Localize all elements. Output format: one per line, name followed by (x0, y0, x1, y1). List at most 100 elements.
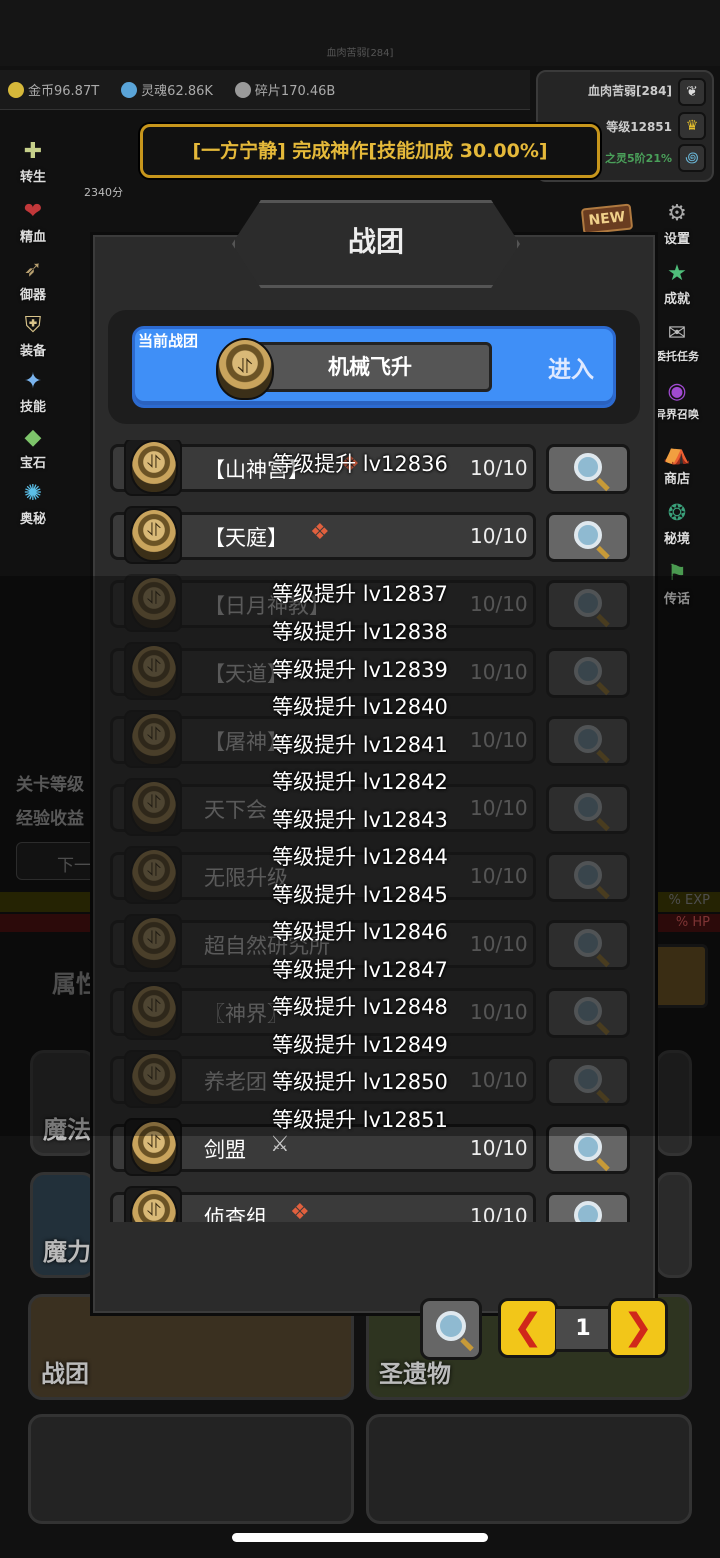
card-mana-label: 魔力 (43, 1238, 91, 1266)
swirl-icon: ꩜ (678, 144, 706, 172)
new-badge: NEW (580, 203, 634, 235)
resource-bar: 金币96.87T 灵魂62.86K 碎片170.46B (0, 70, 530, 110)
levelup-message: 等级提升 lv12850 (272, 1070, 448, 1094)
chevron-right-icon: ❯ (622, 1307, 654, 1348)
card-mana[interactable]: 魔力 (30, 1172, 96, 1278)
crown-icon: ♛ (678, 112, 706, 140)
fragment-icon (234, 81, 251, 98)
levelup-message: 等级提升 lv12843 (272, 808, 448, 832)
soul-value: 灵魂62.86K (141, 84, 213, 99)
crystal-icon: ✦ (23, 369, 43, 394)
side-skill[interactable]: ✦ 技能 (6, 364, 60, 418)
levelup-message: 等级提升 lv12841 (272, 733, 448, 757)
scroll-icon: ✉ (667, 321, 687, 346)
card-empty-2 (366, 1414, 692, 1524)
coin-icon (8, 81, 24, 98)
soul-icon (121, 81, 138, 98)
magnifier-icon (574, 1201, 602, 1222)
legion-emblem-icon (216, 338, 274, 400)
list-item-count: 10/10 (470, 1136, 528, 1160)
page-number: 1 (556, 1306, 610, 1352)
levelup-message: 等级提升 lv12849 (272, 1033, 448, 1057)
side-settings[interactable]: ⚙ 设置 (650, 196, 704, 250)
gear-icon: ⚙ (667, 201, 687, 226)
current-legion-name: 机械飞升 (248, 342, 492, 392)
side-weapon[interactable]: ➶ 御器 (6, 252, 60, 306)
view-legion-button[interactable] (546, 1192, 630, 1222)
levelup-message: 等级提升 lv12846 (272, 920, 448, 944)
side-realm[interactable]: ❂ 秘境 (650, 496, 704, 550)
armor-icon: ⛨ (24, 313, 42, 338)
player-sub: 之灵5阶21% (605, 152, 672, 165)
side-rebirth[interactable]: ✚ 转生 (6, 134, 60, 188)
achievement-banner: [一方宁静] 完成神作[技能加成 30.00%] (140, 124, 600, 178)
levelup-message: 等级提升 lv12847 (272, 958, 448, 982)
list-item-count: 10/10 (470, 524, 528, 548)
levelup-message: 等级提升 lv12848 (272, 995, 448, 1019)
rank-badge-icon: ❖ (290, 1200, 310, 1222)
swirl-icon: ✺ (23, 481, 43, 506)
current-legion-label: 当前战团 (138, 332, 199, 350)
side-essence-label: 精血 (19, 230, 46, 245)
list-item-count: 10/10 (470, 1204, 528, 1222)
resource-fragment: 碎片170.46B (234, 80, 336, 99)
chevron-left-icon: ❮ (512, 1307, 544, 1348)
levelup-message: 等级提升 lv12837 (272, 582, 448, 606)
portal-icon: ◉ (667, 379, 687, 404)
card-right-2[interactable] (656, 1172, 692, 1278)
levelup-message: 等级提升 lv12840 (272, 695, 448, 719)
prev-page-button[interactable]: ❮ (498, 1298, 558, 1358)
cross-icon: ✚ (23, 139, 43, 164)
side-equip[interactable]: ⛨ 装备 (6, 308, 60, 362)
player-title-top: 血肉苦弱[284] (326, 48, 394, 59)
list-item[interactable]: 侦查组 ❖ 10/10 (110, 1186, 634, 1222)
levelup-message: 等级提升 lv12845 (272, 883, 448, 907)
list-item-name: 侦查组 (204, 1206, 267, 1222)
player-name: 血肉苦弱[284] (587, 84, 672, 98)
resource-gold: 金币96.87T (8, 80, 99, 99)
levelup-message: 等级提升 lv12836 (272, 452, 448, 476)
search-legion-button[interactable] (420, 1298, 482, 1360)
list-item-emblem (124, 1186, 182, 1222)
leaf-icon: ❦ (678, 78, 706, 106)
side-summon[interactable]: ◉ 异界召唤 (650, 374, 704, 428)
side-commission[interactable]: ✉ 委托任务 (650, 316, 704, 370)
realm-icon: ❂ (667, 501, 687, 526)
side-mystery-label: 奥秘 (19, 512, 46, 527)
side-achievement-label: 成就 (663, 292, 690, 307)
fragment-value: 碎片170.46B (254, 84, 336, 99)
list-item-name: 【天庭】 (204, 526, 288, 550)
side-summon-label: 异界召唤 (655, 408, 699, 421)
gold-value: 金币96.87T (28, 84, 100, 99)
list-item[interactable]: 【天庭】 ❖ 10/10 (110, 506, 634, 564)
levelup-message: 等级提升 lv12838 (272, 620, 448, 644)
star-icon: ★ (667, 261, 687, 286)
home-indicator[interactable] (232, 1533, 488, 1542)
card-legion-label: 战团 (41, 1360, 89, 1388)
side-weapon-label: 御器 (19, 288, 46, 303)
side-achievement[interactable]: ★ 成就 (650, 256, 704, 310)
side-equip-label: 装备 (19, 344, 46, 359)
card-empty-1 (28, 1414, 354, 1524)
next-page-button[interactable]: ❯ (608, 1298, 668, 1358)
list-item-name: 剑盟 (204, 1138, 246, 1162)
list-item-emblem (124, 506, 182, 564)
score-label: 2340分 (84, 186, 123, 199)
side-essence[interactable]: ❤ 精血 (6, 194, 60, 248)
side-mystery[interactable]: ✺ 奥秘 (6, 476, 60, 530)
levelup-message: 等级提升 lv12844 (272, 845, 448, 869)
levelup-message: 等级提升 lv12839 (272, 658, 448, 682)
resource-soul: 灵魂62.86K (121, 80, 213, 99)
view-legion-button[interactable] (546, 512, 630, 562)
side-realm-label: 秘境 (663, 532, 690, 547)
side-settings-label: 设置 (663, 232, 690, 247)
side-skill-label: 技能 (19, 400, 46, 415)
legion-emblem-icon (130, 1188, 178, 1222)
levelup-message: 等级提升 lv12851 (272, 1108, 448, 1132)
side-rebirth-label: 转生 (19, 170, 46, 185)
side-commission-label: 委托任务 (655, 350, 699, 363)
enter-button-label[interactable]: 进入 (548, 350, 594, 384)
magnifier-icon (574, 521, 602, 549)
magnifier-icon (436, 1311, 466, 1341)
dialog-title: 战团 (347, 225, 404, 258)
